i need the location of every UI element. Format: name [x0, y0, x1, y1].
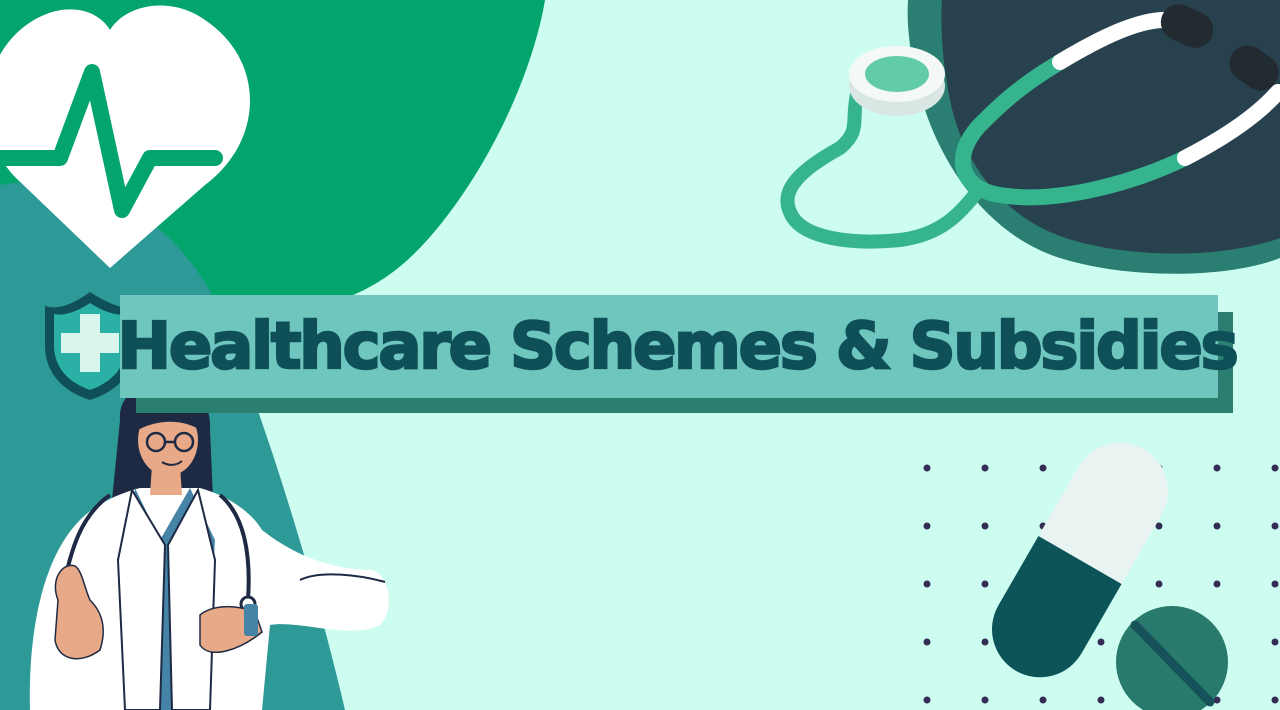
grid-dot [1213, 580, 1221, 588]
grid-dot [1271, 580, 1279, 588]
grid-dot [923, 464, 931, 472]
grid-dot [1039, 696, 1047, 704]
grid-dot [981, 522, 989, 530]
title-banner: Healthcare Schemes & Subsidies [116, 295, 1240, 398]
tablet-pill-icon [1116, 606, 1228, 710]
grid-dot [1155, 522, 1163, 530]
grid-dot [1039, 464, 1047, 472]
grid-dot [1271, 522, 1279, 530]
grid-dot [1271, 464, 1279, 472]
grid-dot [1271, 638, 1279, 646]
grid-dot [923, 638, 931, 646]
grid-dot [1213, 464, 1221, 472]
grid-dot [923, 696, 931, 704]
grid-dot [1097, 638, 1105, 646]
grid-dot [1155, 580, 1163, 588]
grid-dot [981, 580, 989, 588]
grid-dot [1271, 696, 1279, 704]
grid-dot [981, 696, 989, 704]
grid-dot [1213, 522, 1221, 530]
grid-dot [1097, 696, 1105, 704]
grid-dot [981, 638, 989, 646]
grid-dot [981, 464, 989, 472]
page-title: Healthcare Schemes & Subsidies [116, 308, 1240, 385]
grid-dot [923, 580, 931, 588]
grid-dot [923, 522, 931, 530]
